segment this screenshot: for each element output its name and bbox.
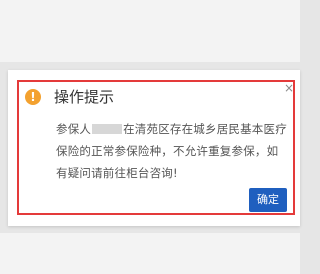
warning-icon: !: [25, 89, 41, 105]
redacted-name: [92, 124, 123, 134]
dialog-title: 操作提示: [54, 88, 115, 106]
message-text-start: 参保人: [56, 122, 92, 136]
page: ! 操作提示 × 参保人 在清苑区存在城乡居民基本医疗保险的正常参保险种，不允许重…: [0, 0, 300, 274]
close-icon[interactable]: ×: [284, 82, 294, 94]
confirm-button[interactable]: 确定: [249, 188, 287, 212]
background-bottom: [0, 233, 300, 274]
background-top: [0, 0, 300, 62]
dialog-message: 参保人 在清苑区存在城乡居民基本医疗保险的正常参保险种，不允许重复参保，如有疑问请…: [56, 118, 288, 184]
